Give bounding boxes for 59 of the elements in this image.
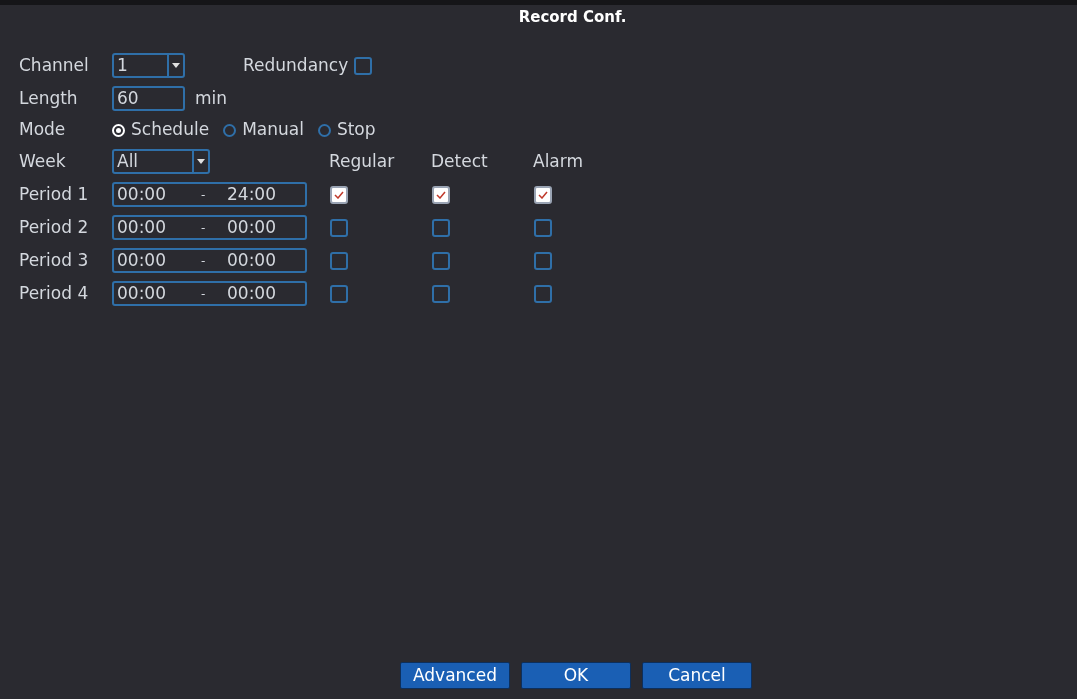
- field-label: Week: [19, 149, 67, 173]
- radio-label: Stop: [336, 118, 376, 142]
- checkbox[interactable]: [432, 284, 450, 303]
- window-title: Record Conf.: [518, 6, 627, 28]
- check-icon: [334, 190, 344, 199]
- dialog-button[interactable]: OK: [521, 662, 631, 689]
- input-field[interactable]: 60: [112, 86, 185, 111]
- checkbox[interactable]: [534, 251, 552, 270]
- check-icon: [538, 190, 548, 199]
- unit-label: min: [195, 86, 228, 110]
- time-range-field[interactable]: 00:00 - 24:00: [112, 182, 307, 207]
- end-time: 00:00: [227, 281, 276, 305]
- range-separator: -: [201, 252, 207, 270]
- period-label: Period 4: [19, 281, 90, 305]
- end-time: 00:00: [227, 215, 276, 239]
- column-header: Alarm: [533, 149, 585, 173]
- field-label: Channel: [19, 53, 90, 77]
- column-header: Regular: [329, 149, 396, 173]
- radio-button[interactable]: [223, 123, 237, 137]
- checkbox[interactable]: [330, 218, 348, 237]
- dropdown[interactable]: All: [112, 149, 210, 174]
- start-time: 00:00: [117, 215, 167, 239]
- checkbox[interactable]: [432, 251, 450, 270]
- field-label: Length: [19, 86, 79, 110]
- start-time: 00:00: [117, 281, 167, 305]
- checkbox[interactable]: [330, 284, 348, 303]
- dropdown-arrow-icon: [167, 55, 183, 76]
- field-label: Redundancy: [243, 53, 349, 77]
- check-icon: [436, 190, 446, 199]
- column-header: Detect: [431, 149, 489, 173]
- start-time: 00:00: [117, 182, 167, 206]
- period-label: Period 1: [19, 182, 90, 206]
- dialog-button[interactable]: Cancel: [642, 662, 752, 689]
- radio-label: Manual: [242, 118, 304, 142]
- time-range-field[interactable]: 00:00 - 00:00: [112, 281, 307, 306]
- dropdown-arrow-icon: [192, 151, 208, 172]
- radio-button[interactable]: [317, 123, 331, 137]
- dialog-button[interactable]: Advanced: [400, 662, 510, 689]
- checkbox[interactable]: [534, 185, 552, 204]
- range-separator: -: [201, 219, 207, 237]
- field-label: Mode: [19, 118, 67, 142]
- time-range-field[interactable]: 00:00 - 00:00: [112, 215, 307, 240]
- checkbox[interactable]: [330, 185, 348, 204]
- range-separator: -: [201, 285, 207, 303]
- checkbox[interactable]: [330, 251, 348, 270]
- dropdown[interactable]: 1: [112, 53, 185, 78]
- checkbox[interactable]: [432, 218, 450, 237]
- checkbox[interactable]: [534, 218, 552, 237]
- period-label: Period 3: [19, 248, 90, 272]
- radio-label: Schedule: [131, 118, 210, 142]
- checkbox[interactable]: [354, 56, 373, 75]
- period-label: Period 2: [19, 215, 90, 239]
- range-separator: -: [201, 186, 207, 204]
- start-time: 00:00: [117, 248, 167, 272]
- checkbox[interactable]: [432, 185, 450, 204]
- checkbox[interactable]: [534, 284, 552, 303]
- end-time: 24:00: [227, 182, 276, 206]
- end-time: 00:00: [227, 248, 276, 272]
- time-range-field[interactable]: 00:00 - 00:00: [112, 248, 307, 273]
